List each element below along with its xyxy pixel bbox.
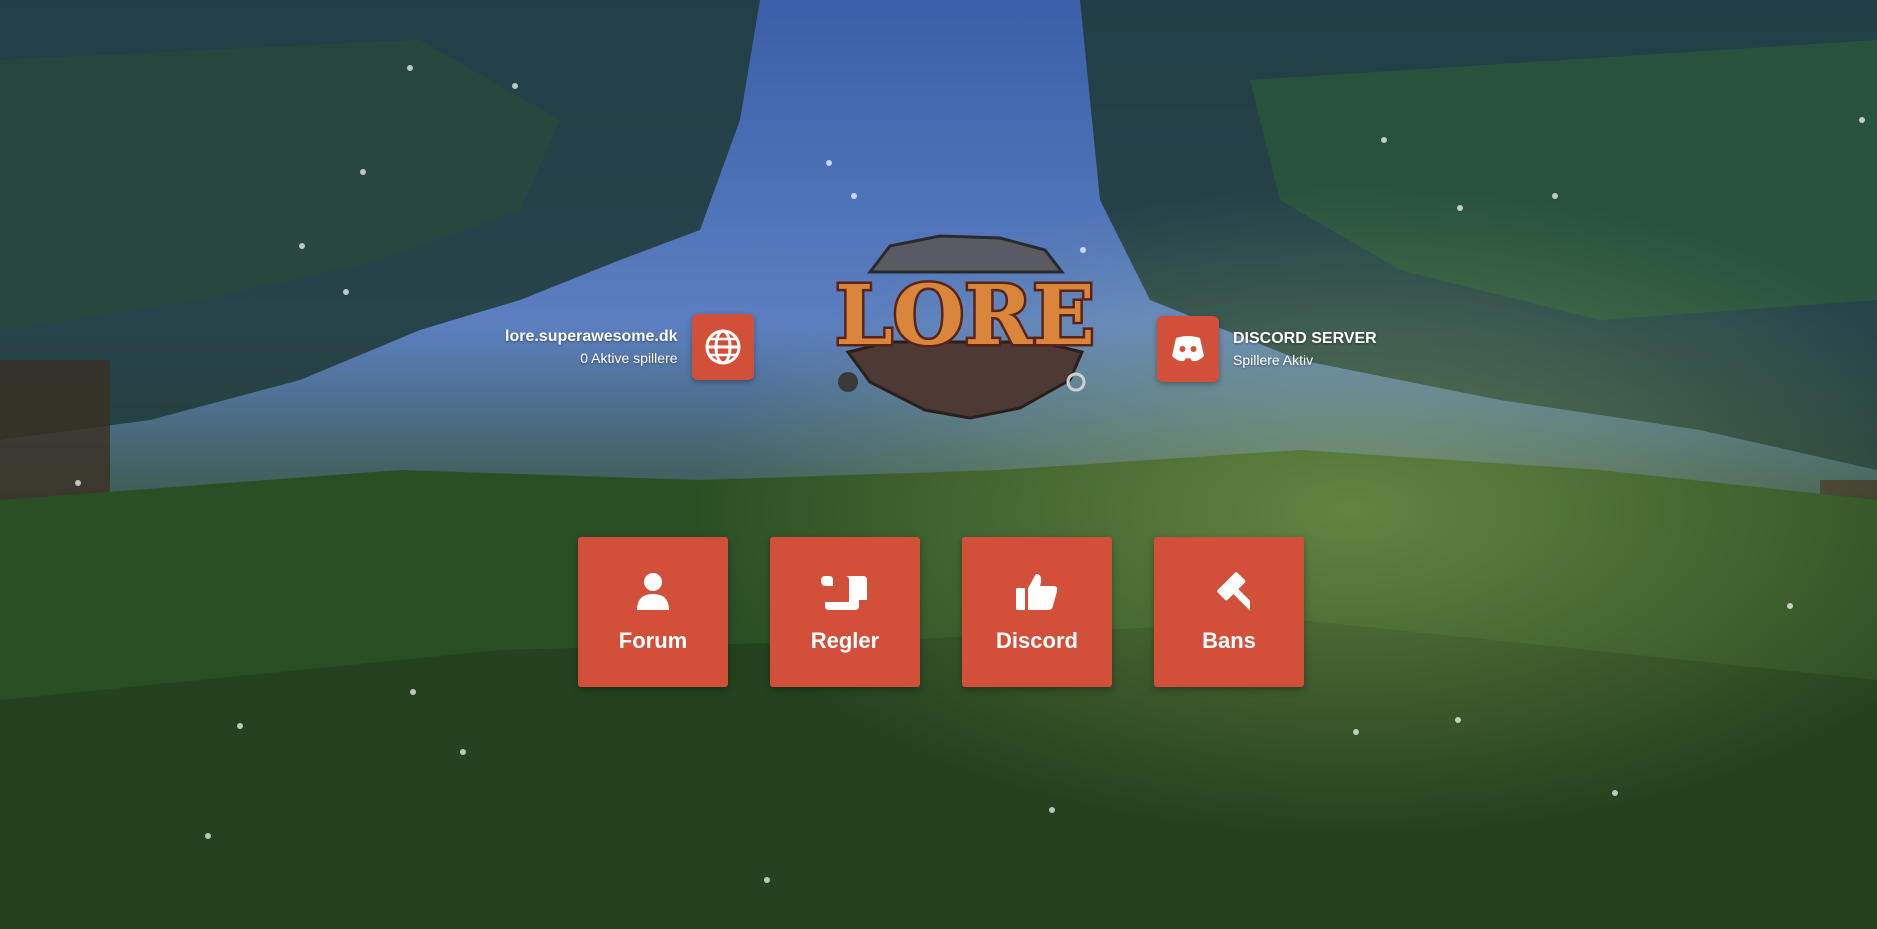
regler-label: Regler xyxy=(810,628,880,653)
forum-label: Forum xyxy=(618,628,688,653)
nav-tiles: Forum Regler Discord Bans xyxy=(578,537,1304,687)
forum-tile[interactable]: Forum xyxy=(578,537,728,687)
gavel-icon xyxy=(1217,572,1250,612)
bans-tile[interactable]: Bans xyxy=(1154,537,1304,687)
discord-server-button[interactable] xyxy=(1157,316,1219,382)
thumbs-up-icon xyxy=(1016,574,1058,610)
discord-text: DISCORD SERVER Spillere Aktiv xyxy=(1233,328,1377,370)
svg-text:LORE: LORE xyxy=(835,268,1095,364)
server-globe-button[interactable] xyxy=(691,314,754,380)
server-player-count: 0 Aktive spillere xyxy=(580,350,678,366)
server-address[interactable]: lore.superawesome.dk xyxy=(505,326,678,348)
server-text: lore.superawesome.dk 0 Aktive spillere xyxy=(505,326,678,368)
discord-tile[interactable]: Discord xyxy=(962,537,1112,687)
lore-logo: LORE xyxy=(833,234,1097,420)
discord-icon xyxy=(1172,336,1204,362)
background-scene xyxy=(0,0,1877,929)
discord-title[interactable]: DISCORD SERVER xyxy=(1233,328,1377,350)
regler-tile[interactable]: Regler xyxy=(770,537,920,687)
globe-icon xyxy=(705,329,741,365)
user-icon xyxy=(637,573,669,610)
bans-label: Bans xyxy=(1202,628,1256,653)
discord-subtitle: Spillere Aktiv xyxy=(1233,352,1314,368)
discord-info: DISCORD SERVER Spillere Aktiv xyxy=(1157,316,1377,382)
scroll-icon xyxy=(821,576,867,610)
discord-label: Discord xyxy=(996,628,1078,653)
server-info: lore.superawesome.dk 0 Aktive spillere xyxy=(505,314,754,380)
